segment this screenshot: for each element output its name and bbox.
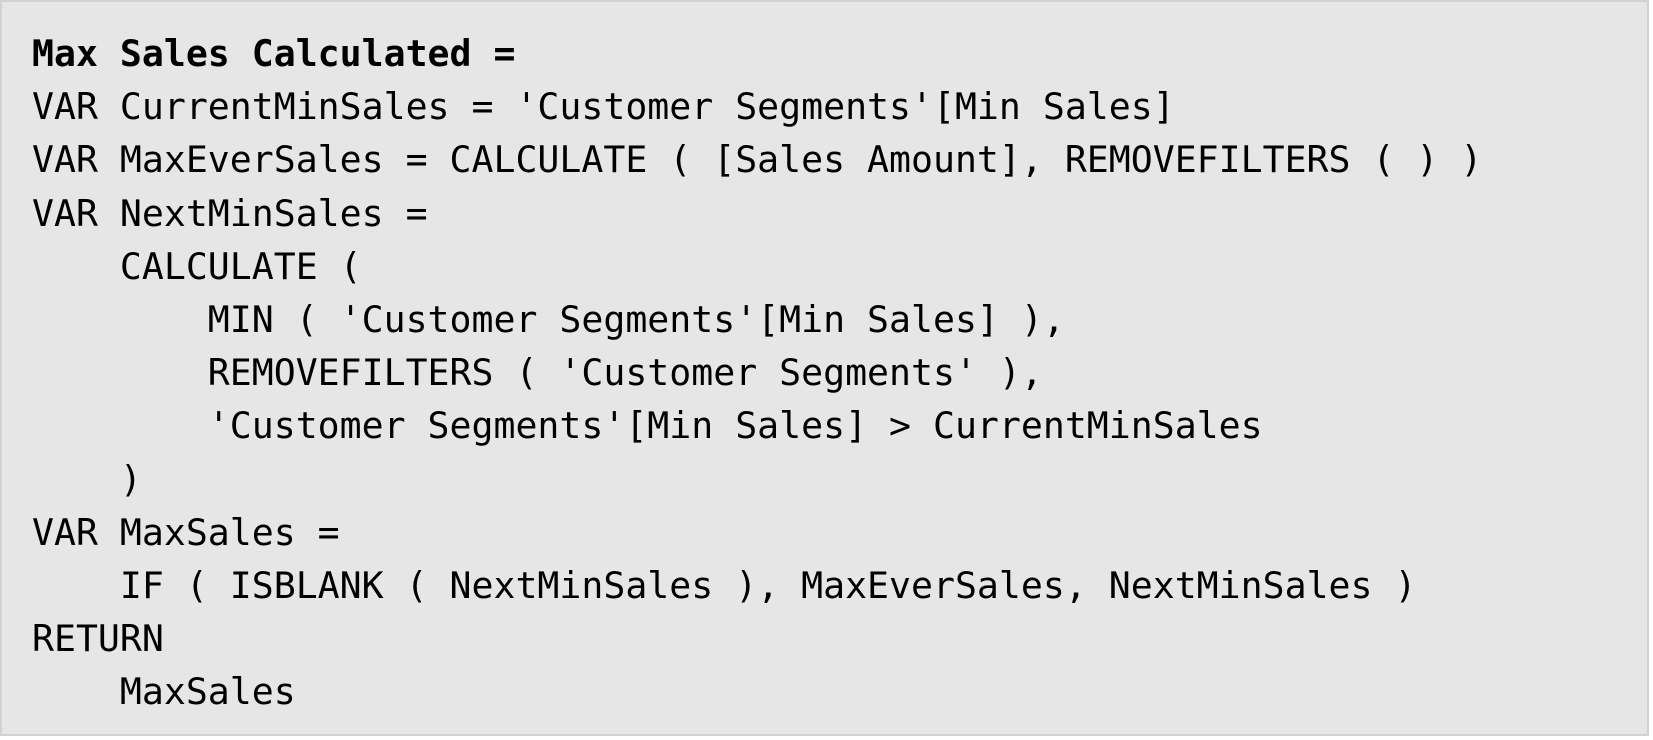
code-line: CALCULATE ( <box>32 244 362 288</box>
code-line: MIN ( 'Customer Segments'[Min Sales] ), <box>32 297 1065 341</box>
code-block: Max Sales Calculated = VAR CurrentMinSal… <box>0 0 1649 736</box>
code-line: IF ( ISBLANK ( NextMinSales ), MaxEverSa… <box>32 563 1417 607</box>
code-line: MaxSales <box>32 670 296 714</box>
code-lines: Max Sales Calculated = VAR CurrentMinSal… <box>32 29 1482 720</box>
code-line: VAR MaxEverSales = CALCULATE ( [Sales Am… <box>32 138 1483 182</box>
code-line: VAR CurrentMinSales = 'Customer Segments… <box>32 85 1175 129</box>
code-line: VAR MaxSales = <box>32 510 340 554</box>
code-line-measure-name: Max Sales Calculated = <box>32 32 516 75</box>
code-line: ) <box>32 457 142 501</box>
code-line: VAR NextMinSales = <box>32 191 428 235</box>
code-line: REMOVEFILTERS ( 'Customer Segments' ), <box>32 351 1043 395</box>
code-line: 'Customer Segments'[Min Sales] > Current… <box>32 404 1263 448</box>
code-line: RETURN <box>32 617 164 661</box>
